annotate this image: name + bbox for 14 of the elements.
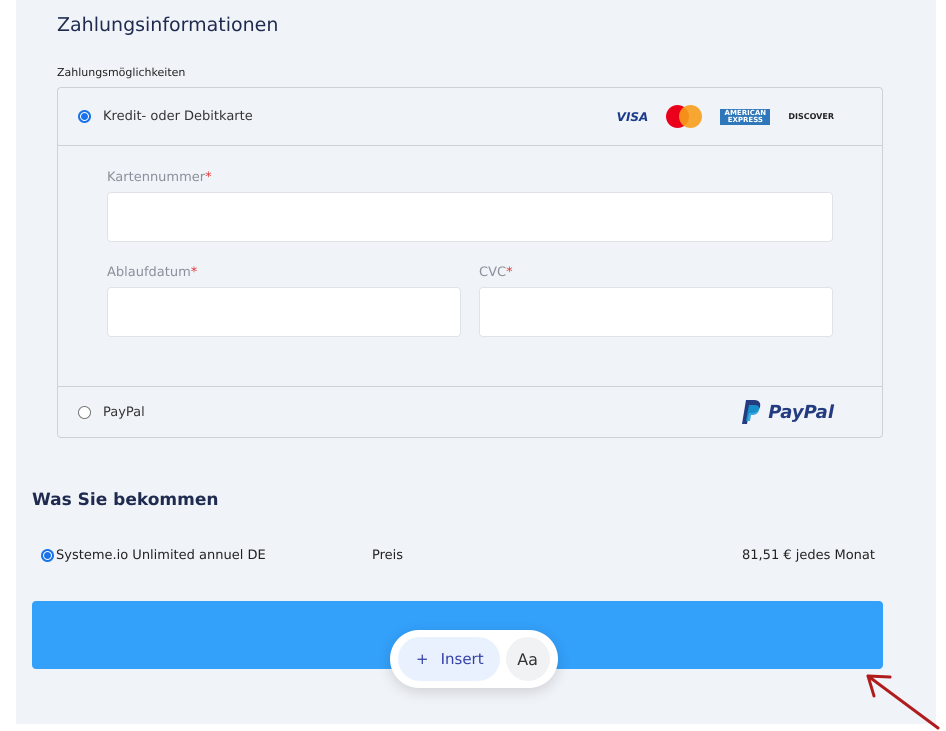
field-label: Kartennummer*	[107, 168, 213, 186]
payment-method-label: PayPal	[103, 404, 146, 420]
field-label: CVC*	[479, 264, 514, 282]
section-title: Zahlungsinformationen	[56, 13, 280, 38]
payment-options-label: Zahlungsmöglichkeiten	[56, 65, 186, 81]
price-label: Preis	[372, 548, 404, 563]
discover-logo: DISCOVER	[788, 112, 834, 121]
field-label: Ablaufdatum*	[107, 264, 198, 282]
payment-method-label: Kredit- oder Debitkarte	[103, 109, 254, 124]
product-name: Systeme.io Unlimited annuel DE	[56, 548, 267, 563]
summary-heading: Was Sie bekommen	[32, 489, 220, 510]
price: 81,51 € jedes Monat	[742, 548, 875, 563]
paypal-logo: PayPal	[742, 400, 834, 424]
visa-logo: VISA	[616, 110, 648, 124]
